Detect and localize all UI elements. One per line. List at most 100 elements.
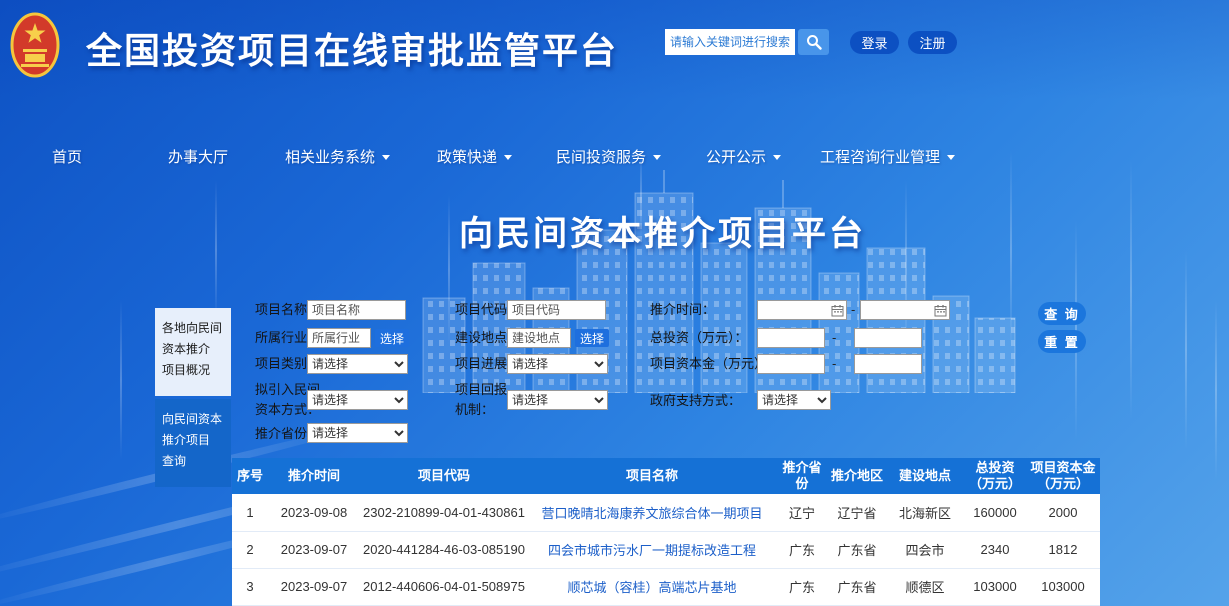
progress-select[interactable]: 请选择 bbox=[507, 354, 608, 374]
private-mode-select[interactable]: 请选择 bbox=[307, 390, 408, 410]
col-header-region: 推介地区 bbox=[828, 458, 886, 494]
col-header-index: 序号 bbox=[232, 458, 268, 494]
nav-item-label: 工程咨询行业管理 bbox=[820, 149, 940, 166]
cell-promote-time: 2023-09-07 bbox=[268, 568, 360, 605]
register-button[interactable]: 注册 bbox=[908, 31, 957, 54]
return-mechanism-select[interactable]: 请选择 bbox=[507, 390, 608, 410]
header-search-button[interactable] bbox=[798, 29, 829, 55]
cell-index: 1 bbox=[232, 494, 268, 531]
cell-province: 辽宁 bbox=[776, 494, 828, 531]
nav-item-label: 办事大厅 bbox=[168, 149, 228, 166]
nav-item-label: 首页 bbox=[52, 149, 82, 166]
cell-site: 四会市 bbox=[886, 531, 964, 568]
total-investment-min-input[interactable] bbox=[757, 328, 825, 348]
cell-province: 广东 bbox=[776, 568, 828, 605]
project-link[interactable]: 顺芯城（容桂）高端芯片基地 bbox=[567, 580, 736, 595]
project-code-input[interactable] bbox=[507, 300, 606, 320]
nav-item-private-investment[interactable]: 民间投资服务 bbox=[556, 146, 661, 167]
total-investment-label: 总投资（万元）： bbox=[650, 328, 748, 348]
nav-item-label: 相关业务系统 bbox=[285, 149, 375, 166]
sidebar-item-overview[interactable]: 各地向民间 资本推介 项目概况 bbox=[155, 308, 231, 396]
cell-region: 广东省 bbox=[828, 531, 886, 568]
table-row: 2 2023-09-07 2020-441284-46-03-085190 四会… bbox=[232, 531, 1100, 568]
cell-promote-time: 2023-09-07 bbox=[268, 531, 360, 568]
col-header-capital: 项目资本金 （万元） bbox=[1026, 458, 1100, 494]
gov-support-select[interactable]: 请选择 bbox=[757, 390, 831, 410]
login-button[interactable]: 登录 bbox=[850, 31, 899, 54]
banner-title: 向民间资本推介项目平台 bbox=[459, 206, 866, 255]
promote-time-label: 推介时间： bbox=[650, 300, 715, 320]
return-mechanism-label: 项目回报 机制： bbox=[455, 380, 507, 420]
industry-select-button[interactable]: 选择 bbox=[375, 329, 409, 347]
search-icon bbox=[806, 34, 822, 50]
gov-support-label: 政府支持方式： bbox=[650, 391, 741, 411]
chevron-down-icon bbox=[382, 155, 390, 160]
table-row: 3 2023-09-07 2012-440606-04-01-508975 顺芯… bbox=[232, 568, 1100, 605]
project-link[interactable]: 四会市城市污水厂一期提标改造工程 bbox=[548, 543, 756, 558]
national-emblem-icon bbox=[10, 11, 60, 83]
col-header-investment: 总投资 （万元） bbox=[964, 458, 1026, 494]
nav-item-related-systems[interactable]: 相关业务系统 bbox=[285, 146, 390, 167]
project-link[interactable]: 营口晚晴北海康养文旅综合体一期项目 bbox=[541, 506, 762, 521]
nav-item-label: 民间投资服务 bbox=[556, 149, 646, 166]
cell-project-code: 2020-441284-46-03-085190 bbox=[360, 531, 528, 568]
cell-capital: 103000 bbox=[1026, 568, 1100, 605]
chevron-down-icon bbox=[653, 155, 661, 160]
calendar-icon[interactable] bbox=[831, 304, 844, 317]
cell-site: 北海新区 bbox=[886, 494, 964, 531]
results-table: 序号 推介时间 项目代码 项目名称 推介省份 推介地区 建设地点 总投资 （万元… bbox=[232, 458, 1100, 606]
site-title: 全国投资项目在线审批监管平台 bbox=[86, 22, 618, 74]
calendar-icon[interactable] bbox=[934, 304, 947, 317]
cell-index: 2 bbox=[232, 531, 268, 568]
cell-investment: 103000 bbox=[964, 568, 1026, 605]
table-header-row: 序号 推介时间 项目代码 项目名称 推介省份 推介地区 建设地点 总投资 （万元… bbox=[232, 458, 1100, 494]
col-header-promote-time: 推介时间 bbox=[268, 458, 360, 494]
cell-investment: 160000 bbox=[964, 494, 1026, 531]
nav-item-consulting-management[interactable]: 工程咨询行业管理 bbox=[820, 146, 955, 167]
chevron-down-icon bbox=[504, 155, 512, 160]
reset-button[interactable]: 重 置 bbox=[1038, 330, 1086, 353]
build-site-select-button[interactable]: 选择 bbox=[575, 329, 609, 347]
category-select[interactable]: 请选择 bbox=[307, 354, 408, 374]
table-row: 1 2023-09-08 2302-210899-04-01-430861 营口… bbox=[232, 494, 1100, 531]
chevron-down-icon bbox=[773, 155, 781, 160]
total-investment-max-input[interactable] bbox=[854, 328, 922, 348]
light-ray bbox=[1215, 300, 1217, 480]
cell-capital: 1812 bbox=[1026, 531, 1100, 568]
light-ray bbox=[120, 300, 122, 460]
cell-index: 3 bbox=[232, 568, 268, 605]
nav-item-service-hall[interactable]: 办事大厅 bbox=[168, 146, 228, 167]
cell-region: 广东省 bbox=[828, 568, 886, 605]
industry-input[interactable] bbox=[307, 328, 371, 348]
cell-investment: 2340 bbox=[964, 531, 1026, 568]
col-header-project-name: 项目名称 bbox=[528, 458, 776, 494]
cell-province: 广东 bbox=[776, 531, 828, 568]
main-nav: 首页 办事大厅 相关业务系统 政策快递 民间投资服务 公开公示 工程咨询行业管理 bbox=[0, 146, 1229, 166]
province-select[interactable]: 请选择 bbox=[307, 423, 408, 443]
project-capital-min-input[interactable] bbox=[757, 354, 825, 374]
light-ray bbox=[1185, 250, 1187, 450]
sidebar-item-query[interactable]: 向民间资本 推介项目 查询 bbox=[155, 399, 231, 487]
cell-region: 辽宁省 bbox=[828, 494, 886, 531]
filter-form: 项目名称： 项目代码： 推介时间： - 查 询 所属行业： 选择 建设地点： 选… bbox=[232, 296, 1100, 456]
nav-item-policy-express[interactable]: 政策快递 bbox=[437, 146, 512, 167]
query-button[interactable]: 查 询 bbox=[1038, 302, 1086, 325]
build-site-input[interactable] bbox=[507, 328, 571, 348]
cell-site: 顺德区 bbox=[886, 568, 964, 605]
header-search-input[interactable] bbox=[665, 29, 795, 55]
project-name-input[interactable] bbox=[307, 300, 406, 320]
range-dash: - bbox=[832, 354, 836, 374]
col-header-site: 建设地点 bbox=[886, 458, 964, 494]
project-capital-max-input[interactable] bbox=[854, 354, 922, 374]
col-header-province: 推介省份 bbox=[776, 458, 828, 494]
light-ray bbox=[215, 180, 217, 320]
nav-item-home[interactable]: 首页 bbox=[52, 146, 82, 167]
cell-project-name: 营口晚晴北海康养文旅综合体一期项目 bbox=[528, 494, 776, 531]
cell-capital: 2000 bbox=[1026, 494, 1100, 531]
col-header-project-code: 项目代码 bbox=[360, 458, 528, 494]
page: 全国投资项目在线审批监管平台 登录 注册 首页 办事大厅 相关业务系统 政策快递… bbox=[0, 0, 1229, 606]
cell-project-name: 四会市城市污水厂一期提标改造工程 bbox=[528, 531, 776, 568]
chevron-down-icon bbox=[947, 155, 955, 160]
nav-item-public-notice[interactable]: 公开公示 bbox=[706, 146, 781, 167]
cell-project-code: 2302-210899-04-01-430861 bbox=[360, 494, 528, 531]
